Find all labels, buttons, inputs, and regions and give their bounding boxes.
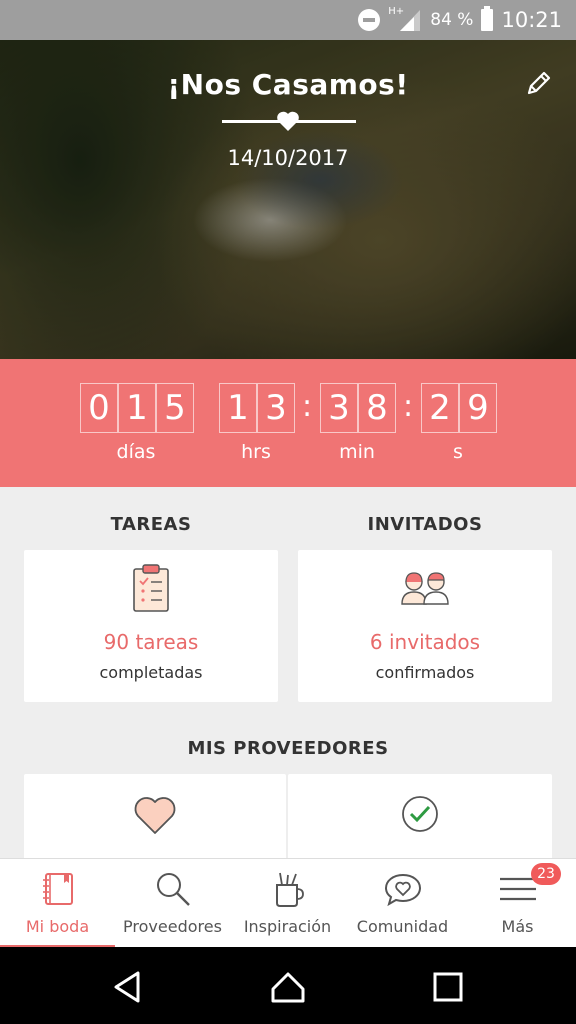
- invitados-card[interactable]: 6 invitados confirmados: [298, 550, 552, 702]
- days-digit: 0: [80, 383, 118, 433]
- nav-label: Inspiración: [243, 917, 332, 936]
- heart-divider-icon: [277, 111, 299, 131]
- home-icon[interactable]: [268, 967, 308, 1007]
- seconds-digit: 2: [421, 383, 459, 433]
- search-icon: [156, 873, 190, 906]
- battery-percent: 84 %: [430, 10, 474, 30]
- nav-label: Comunidad: [356, 917, 449, 936]
- nav-comunidad[interactable]: Comunidad: [345, 859, 460, 948]
- days-digit: 1: [118, 383, 156, 433]
- hours-digit: 1: [219, 383, 257, 433]
- seconds-label: s: [453, 441, 463, 463]
- status-bar: H+ 84 % 10:21: [0, 0, 576, 40]
- clipboard-checklist-icon: [133, 564, 169, 612]
- time-separator: :: [403, 389, 414, 424]
- proveedores-contratados-card[interactable]: [288, 774, 552, 864]
- nav-proveedores[interactable]: Proveedores: [115, 859, 230, 948]
- guests-couple-icon: [401, 572, 449, 605]
- tareas-count: 90 tareas: [103, 630, 199, 654]
- nav-label: Mi boda: [25, 917, 90, 936]
- notebook-icon: [42, 873, 73, 905]
- heart-icon: [134, 797, 176, 834]
- recent-apps-icon[interactable]: [428, 967, 468, 1007]
- tareas-card[interactable]: 90 tareas completadas: [24, 550, 278, 702]
- do-not-disturb-icon: [358, 9, 381, 31]
- pencil-icon[interactable]: [524, 68, 554, 98]
- cup-brushes-icon: [275, 872, 304, 907]
- invitados-count: 6 invitados: [369, 630, 481, 654]
- system-navigation-bar: [0, 947, 576, 1024]
- countdown: 0 1 5 1 3 : 3 8 : 2 9 días hrs min s: [0, 359, 576, 487]
- hero-photo[interactable]: ¡Nos Casamos! 14/10/2017: [0, 40, 576, 359]
- days-digit: 5: [156, 383, 194, 433]
- wedding-date: 14/10/2017: [227, 146, 349, 170]
- wedding-title: ¡Nos Casamos!: [167, 68, 409, 101]
- back-icon[interactable]: [108, 967, 148, 1007]
- status-bar-right: H+ 84 % 10:21: [358, 0, 562, 40]
- invitados-sub: confirmados: [375, 663, 475, 682]
- time-separator: :: [302, 389, 313, 424]
- signal-icon: H+: [388, 6, 422, 32]
- battery-icon: [481, 6, 494, 31]
- tareas-heading: TAREAS: [110, 514, 192, 535]
- proveedores-favoritos-card[interactable]: [24, 774, 286, 864]
- check-circle-icon: [402, 796, 438, 832]
- minutes-label: min: [339, 441, 375, 463]
- minutes-digit: 8: [358, 383, 396, 433]
- tareas-sub: completadas: [99, 663, 203, 682]
- bottom-navigation: Mi boda Proveedores Inspiración Comunida…: [0, 858, 576, 948]
- seconds-digit: 9: [459, 383, 497, 433]
- notification-badge: 23: [531, 863, 561, 885]
- minutes-digit: 3: [320, 383, 358, 433]
- nav-label: Proveedores: [123, 917, 222, 936]
- nav-mi-boda[interactable]: Mi boda: [0, 859, 115, 948]
- nav-mas[interactable]: 23 Más: [460, 859, 575, 948]
- proveedores-heading: MIS PROVEEDORES: [187, 738, 389, 759]
- days-label: días: [116, 441, 156, 463]
- hours-label: hrs: [241, 441, 271, 463]
- hours-digit: 3: [257, 383, 295, 433]
- clock: 10:21: [501, 8, 562, 32]
- nav-label: Más: [501, 917, 534, 936]
- nav-inspiracion[interactable]: Inspiración: [230, 859, 345, 948]
- invitados-heading: INVITADOS: [367, 514, 483, 535]
- chat-heart-icon: [384, 873, 421, 907]
